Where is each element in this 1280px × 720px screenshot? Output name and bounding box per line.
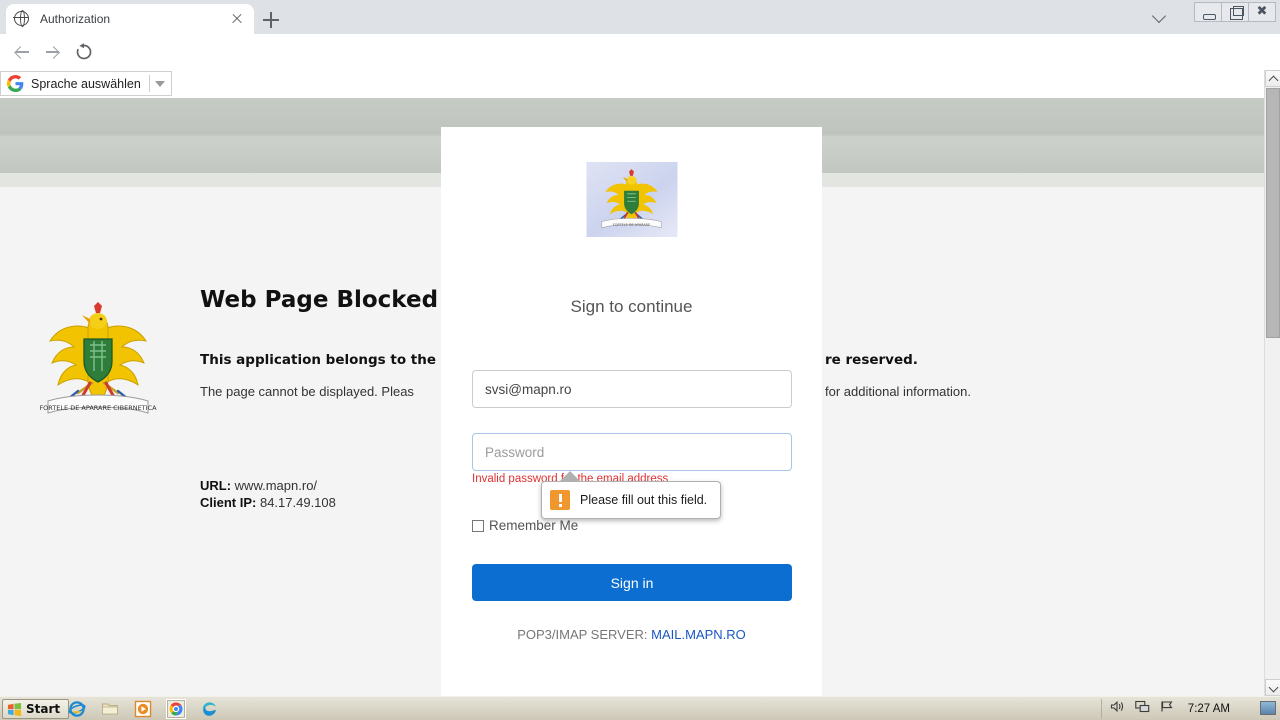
modal-heading: Sign to continue: [570, 297, 693, 316]
tab-strip: Authorization ✖: [0, 0, 1280, 34]
language-selector-label: Sprache auswählen: [31, 76, 141, 91]
window-controls: ✖: [1194, 2, 1276, 22]
romania-cyber-defence-crest: FORTELE DE APARARE CIBERNETICA: [38, 295, 158, 429]
blocked-meta: URL: www.mapn.ro/ Client IP: 84.17.49.10…: [200, 477, 336, 511]
google-logo-icon: [7, 75, 24, 92]
blocked-paragraph-tail: for additional information.: [825, 384, 971, 399]
network-icon[interactable]: [1135, 700, 1150, 718]
reload-icon[interactable]: [74, 42, 94, 62]
restore-button[interactable]: [1221, 2, 1249, 22]
chevron-down-icon[interactable]: [155, 80, 165, 87]
minimize-button[interactable]: [1194, 2, 1222, 22]
back-arrow-icon[interactable]: [12, 42, 32, 62]
system-tray: 7:27 AM: [1100, 699, 1238, 719]
client-ip-row: Client IP: 84.17.49.108: [200, 494, 336, 511]
new-tab-button[interactable]: [258, 7, 284, 33]
translate-bar: Sprache auswählen: [0, 70, 1280, 98]
page-title: Web Page Blocked ! !: [200, 287, 476, 313]
url-row: URL: www.mapn.ro/: [200, 477, 336, 494]
volume-icon[interactable]: [1110, 700, 1125, 718]
validation-bubble: Please fill out this field.: [541, 481, 721, 519]
blocked-subtitle-tail: re reserved.: [825, 352, 918, 368]
scroll-down-icon[interactable]: [1265, 679, 1280, 696]
url-label: URL:: [200, 478, 232, 493]
language-selector[interactable]: Sprache auswählen: [0, 71, 172, 96]
scroll-up-icon[interactable]: [1265, 70, 1280, 87]
svg-text:FORTELE DE APARARE CIBERNETICA: FORTELE DE APARARE CIBERNETICA: [39, 404, 157, 412]
quick-launch-bar: [68, 699, 218, 719]
validation-bubble-tail: [559, 471, 581, 482]
client-ip-label: Client IP:: [200, 495, 257, 510]
modal-crest-icon: FORTELE DE APARARE: [586, 162, 677, 237]
start-button[interactable]: Start: [2, 699, 70, 719]
taskbar: Start 7:27 AM: [0, 696, 1280, 720]
pop-imap-server-line: POP3/IMAP SERVER: MAIL.MAPN.RO: [441, 627, 822, 642]
scrollbar-thumb[interactable]: [1266, 88, 1280, 338]
tab-title: Authorization: [40, 12, 111, 26]
browser-tab[interactable]: Authorization: [6, 4, 254, 34]
close-icon[interactable]: [228, 10, 246, 28]
validation-message: Please fill out this field.: [580, 493, 708, 507]
email-field[interactable]: [472, 370, 792, 408]
chrome-icon[interactable]: [166, 699, 186, 719]
browser-toolbar: bafybeiakf54g5r4psuhd2wfhh5lyrkhjs6c5tw7…: [0, 34, 1280, 99]
close-window-button[interactable]: ✖: [1248, 2, 1276, 22]
remember-me-label: Remember Me: [489, 518, 579, 533]
show-desktop-icon[interactable]: [1260, 701, 1276, 715]
taskbar-clock: 7:27 AM: [1187, 703, 1230, 715]
blocked-subtitle: This application belongs to the Mi: [200, 352, 459, 368]
warning-icon: [550, 490, 570, 510]
internet-explorer-icon[interactable]: [68, 700, 86, 718]
pop-imap-label: POP3/IMAP SERVER:: [517, 627, 648, 642]
remember-me-checkbox[interactable]: Remember Me: [472, 518, 578, 533]
flag-icon[interactable]: [1160, 700, 1174, 718]
svg-text:FORTELE DE APARARE: FORTELE DE APARARE: [613, 222, 650, 226]
signin-modal: FORTELE DE APARARE Sign to continue Inva…: [441, 127, 822, 696]
mail-server-link[interactable]: MAIL.MAPN.RO: [651, 627, 746, 642]
sign-in-button[interactable]: Sign in: [472, 564, 792, 601]
folder-icon[interactable]: [101, 700, 119, 718]
client-ip-value: 84.17.49.108: [259, 495, 336, 510]
url-value: www.mapn.ro/: [234, 478, 318, 493]
start-label: Start: [26, 702, 61, 716]
globe-icon: [13, 10, 30, 28]
checkbox-box[interactable]: [472, 519, 484, 532]
media-player-icon[interactable]: [134, 700, 152, 718]
blocked-paragraph: The page cannot be displayed. Pleas: [200, 384, 414, 399]
vertical-scrollbar[interactable]: [1264, 70, 1280, 696]
browser-window: Authorization ✖ bafybeiakf54g5r4psuhd2wf…: [0, 0, 1280, 720]
edge-icon[interactable]: [200, 700, 218, 718]
password-field[interactable]: [472, 433, 792, 471]
forward-arrow-icon[interactable]: [42, 42, 62, 62]
chevron-down-icon[interactable]: [1150, 6, 1170, 26]
